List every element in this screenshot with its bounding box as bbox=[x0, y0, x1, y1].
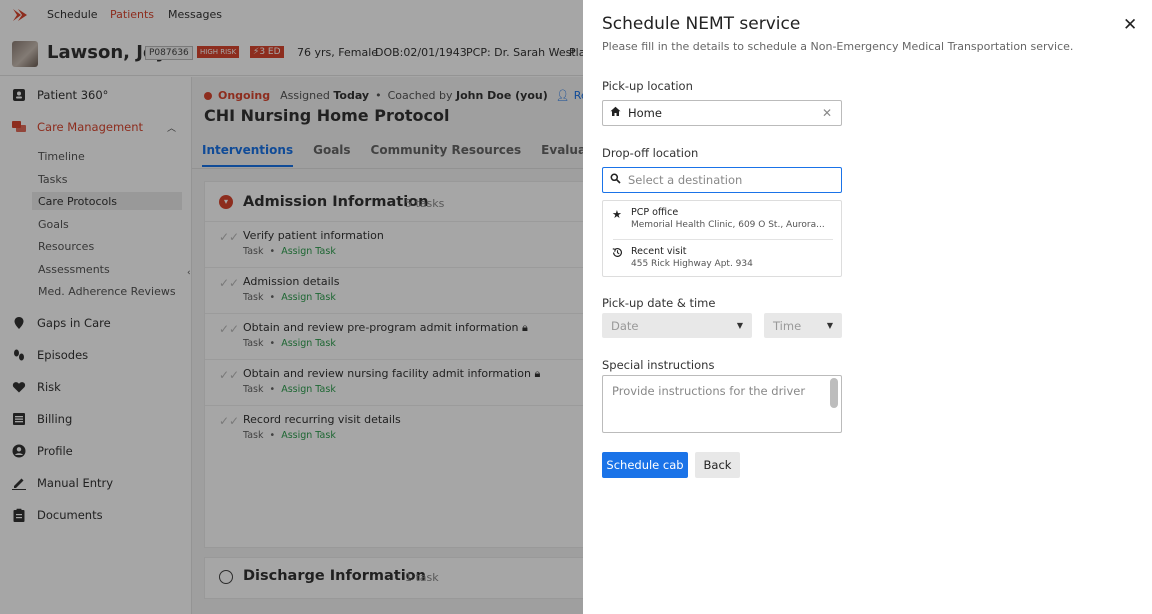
suggestion-detail: 455 Rick Highway Apt. 934 bbox=[631, 259, 753, 269]
pickup-datetime-label: Pick-up date & time bbox=[602, 296, 716, 310]
schedule-cab-button[interactable]: Schedule cab bbox=[602, 452, 688, 478]
dropoff-placeholder: Select a destination bbox=[628, 173, 743, 187]
home-icon bbox=[609, 106, 621, 120]
time-placeholder: Time bbox=[773, 318, 802, 333]
special-instructions-textarea[interactable]: Provide instructions for the driver bbox=[602, 375, 842, 433]
chevron-down-icon: ▼ bbox=[826, 321, 833, 330]
schedule-nemt-drawer: Schedule NEMT service Please fill in the… bbox=[583, 0, 1152, 614]
instructions-placeholder: Provide instructions for the driver bbox=[612, 384, 806, 398]
date-placeholder: Date bbox=[611, 318, 639, 333]
time-select[interactable]: Time ▼ bbox=[764, 313, 842, 338]
drawer-subtitle: Please fill in the details to schedule a… bbox=[602, 40, 1074, 53]
suggestion-detail: Memorial Health Clinic, 609 O St., Auror… bbox=[631, 220, 825, 230]
search-icon bbox=[609, 173, 621, 187]
history-icon bbox=[612, 247, 623, 261]
modal-backdrop[interactable] bbox=[0, 0, 583, 614]
back-button[interactable]: Back bbox=[695, 452, 740, 478]
textarea-scrollbar[interactable] bbox=[830, 378, 838, 408]
pickup-location-field[interactable]: Home ✕ bbox=[602, 100, 842, 126]
pickup-location-label: Pick-up location bbox=[602, 79, 693, 93]
pickup-location-value: Home bbox=[628, 106, 662, 120]
clear-icon[interactable]: ✕ bbox=[817, 106, 837, 120]
close-icon[interactable]: ✕ bbox=[1123, 16, 1137, 34]
suggestion-title: Recent visit bbox=[631, 246, 687, 257]
special-instructions-label: Special instructions bbox=[602, 358, 715, 372]
dropoff-location-label: Drop-off location bbox=[602, 146, 699, 160]
chevron-down-icon: ▼ bbox=[736, 321, 743, 330]
suggestion-title: PCP office bbox=[631, 207, 679, 218]
destination-suggestions: ★ PCP office Memorial Health Clinic, 609… bbox=[602, 200, 842, 277]
drawer-title: Schedule NEMT service bbox=[602, 14, 801, 34]
dropoff-location-input[interactable]: Select a destination bbox=[602, 167, 842, 193]
suggestion-pcp-office[interactable]: ★ PCP office Memorial Health Clinic, 609… bbox=[603, 201, 841, 239]
star-icon: ★ bbox=[612, 208, 622, 221]
suggestion-recent-visit[interactable]: Recent visit 455 Rick Highway Apt. 934 bbox=[603, 240, 841, 278]
date-select[interactable]: Date ▼ bbox=[602, 313, 752, 338]
